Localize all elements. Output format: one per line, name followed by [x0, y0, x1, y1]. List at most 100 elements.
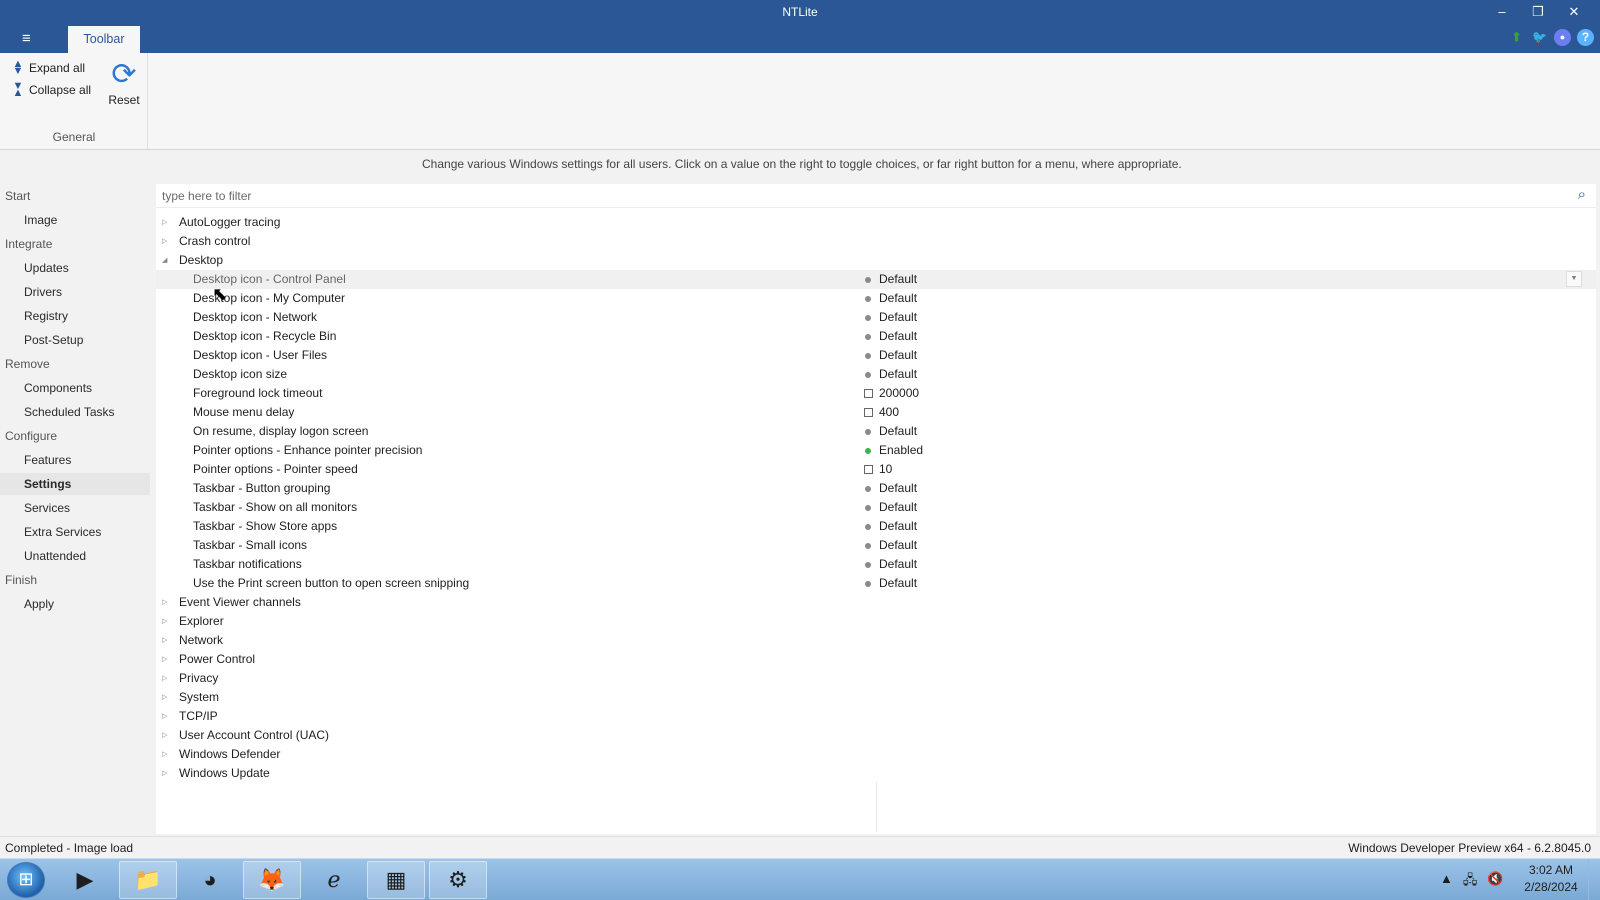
tree-node-desktop[interactable]: ◢ Desktop	[156, 251, 1596, 270]
expand-arrow-icon[interactable]: ▷	[162, 726, 167, 745]
sidebar-item-apply[interactable]: Apply	[0, 593, 150, 615]
reset-button[interactable]: ⟳ Reset	[106, 57, 142, 107]
sidebar-item-components[interactable]: Components	[0, 377, 150, 399]
setting-row[interactable]: Pointer options - Enhance pointer precis…	[156, 441, 1596, 460]
expand-arrow-icon[interactable]: ▷	[162, 213, 167, 232]
setting-row[interactable]: Taskbar - Small icons Default	[156, 536, 1596, 555]
show-desktop-button[interactable]	[1588, 859, 1600, 900]
column-divider[interactable]	[876, 782, 877, 832]
setting-value[interactable]: 10	[879, 460, 892, 479]
start-button[interactable]	[7, 862, 45, 898]
nav-section-configure[interactable]: Configure	[0, 425, 150, 447]
tree-node-autologger[interactable]: ▷ AutoLogger tracing	[156, 213, 1596, 232]
clock[interactable]: 3:02 AM 2/28/2024	[1512, 862, 1590, 896]
setting-value[interactable]: Default	[879, 498, 917, 517]
setting-value[interactable]: Default	[879, 308, 917, 327]
nav-section-finish[interactable]: Finish	[0, 569, 150, 591]
setting-value[interactable]: Default	[879, 346, 917, 365]
setting-value[interactable]: Default	[879, 555, 917, 574]
setting-value[interactable]: 400	[879, 403, 899, 422]
tree-node-system[interactable]: ▷ System	[156, 688, 1596, 707]
sidebar-item-unattended[interactable]: Unattended	[0, 545, 150, 567]
hamburger-menu-icon[interactable]: ≡	[22, 30, 31, 47]
setting-row[interactable]: Desktop icon size Default	[156, 365, 1596, 384]
sidebar-item-updates[interactable]: Updates	[0, 257, 150, 279]
tree-node-uac[interactable]: ▷ User Account Control (UAC)	[156, 726, 1596, 745]
tree-node-tcpip[interactable]: ▷ TCP/IP	[156, 707, 1596, 726]
setting-row[interactable]: Desktop icon - Recycle Bin Default	[156, 327, 1596, 346]
search-icon[interactable]: ⌕	[1578, 186, 1586, 203]
setting-value[interactable]: Default	[879, 517, 917, 536]
setting-row[interactable]: Mouse menu delay 400	[156, 403, 1596, 422]
ntlite-app-icon[interactable]: ▦	[367, 861, 425, 899]
setting-value[interactable]: Default	[879, 327, 917, 346]
restore-button[interactable]: ❐	[1520, 3, 1556, 21]
minimize-button[interactable]: –	[1484, 3, 1520, 21]
setting-row[interactable]: Pointer options - Pointer speed 10	[156, 460, 1596, 479]
help-icon[interactable]: ?	[1577, 29, 1594, 46]
tree-node-privacy[interactable]: ▷ Privacy	[156, 669, 1596, 688]
tree-node-power-control[interactable]: ▷ Power Control	[156, 650, 1596, 669]
sidebar-item-drivers[interactable]: Drivers	[0, 281, 150, 303]
upload-icon[interactable]: ⬆	[1508, 29, 1525, 46]
setting-value[interactable]: Default	[879, 270, 917, 289]
utility-app-icon[interactable]: ⚙	[429, 861, 487, 899]
setting-row[interactable]: On resume, display logon screen Default	[156, 422, 1596, 441]
tree-node-event-viewer[interactable]: ▷ Event Viewer channels	[156, 593, 1596, 612]
setting-value[interactable]: 200000	[879, 384, 919, 403]
tree-node-explorer[interactable]: ▷ Explorer	[156, 612, 1596, 631]
setting-value[interactable]: Enabled	[879, 441, 923, 460]
setting-value[interactable]: Default	[879, 422, 917, 441]
sidebar-item-services[interactable]: Services	[0, 497, 150, 519]
tree-node-windows-update[interactable]: ▷ Windows Update	[156, 764, 1596, 783]
collapse-arrow-icon[interactable]: ◢	[162, 251, 167, 270]
setting-row[interactable]: Taskbar notifications Default	[156, 555, 1596, 574]
row-menu-dropdown-icon[interactable]: ▼	[1566, 271, 1582, 287]
expand-arrow-icon[interactable]: ▷	[162, 764, 167, 783]
setting-row[interactable]: Desktop icon - User Files Default	[156, 346, 1596, 365]
volume-muted-icon[interactable]: 🔇	[1487, 871, 1503, 893]
setting-row[interactable]: Use the Print screen button to open scre…	[156, 574, 1596, 593]
expand-arrow-icon[interactable]: ▷	[162, 631, 167, 650]
discord-icon[interactable]: ●	[1554, 29, 1571, 46]
close-button[interactable]: ✕	[1556, 3, 1592, 21]
tree-node-crash-control[interactable]: ▷ Crash control	[156, 232, 1596, 251]
internet-explorer-icon[interactable]: ℯ	[305, 861, 363, 899]
tab-toolbar[interactable]: Toolbar	[68, 26, 140, 53]
expand-arrow-icon[interactable]: ▷	[162, 707, 167, 726]
setting-row[interactable]: Foreground lock timeout 200000	[156, 384, 1596, 403]
expand-arrow-icon[interactable]: ▷	[162, 612, 167, 631]
app-globe-icon[interactable]: ◕	[181, 861, 239, 899]
nav-section-integrate[interactable]: Integrate	[0, 233, 150, 255]
sidebar-item-settings[interactable]: Settings	[0, 473, 150, 495]
setting-row[interactable]: Taskbar - Show on all monitors Default	[156, 498, 1596, 517]
sidebar-item-features[interactable]: Features	[0, 449, 150, 471]
tray-expand-icon[interactable]: ▲	[1440, 871, 1453, 893]
tree-node-network[interactable]: ▷ Network	[156, 631, 1596, 650]
file-explorer-icon[interactable]: 📁	[119, 861, 177, 899]
expand-arrow-icon[interactable]: ▷	[162, 669, 167, 688]
setting-value[interactable]: Default	[879, 479, 917, 498]
setting-row[interactable]: Desktop icon - Control Panel Default ▼	[156, 270, 1596, 289]
expand-arrow-icon[interactable]: ▷	[162, 688, 167, 707]
nav-section-remove[interactable]: Remove	[0, 353, 150, 375]
firefox-icon[interactable]: 🦊	[243, 861, 301, 899]
expand-arrow-icon[interactable]: ▷	[162, 650, 167, 669]
network-icon[interactable]: 🖧	[1463, 871, 1478, 893]
expand-all-button[interactable]: ▲ ▼ Expand all	[12, 59, 86, 77]
tree-node-windows-defender[interactable]: ▷ Windows Defender	[156, 745, 1596, 764]
media-player-icon[interactable]: ▶	[56, 861, 114, 899]
sidebar-item-post-setup[interactable]: Post-Setup	[0, 329, 150, 351]
setting-value[interactable]: Default	[879, 574, 917, 593]
setting-row[interactable]: Desktop icon - My Computer Default	[156, 289, 1596, 308]
expand-arrow-icon[interactable]: ▷	[162, 593, 167, 612]
setting-row[interactable]: Taskbar - Show Store apps Default	[156, 517, 1596, 536]
filter-input[interactable]	[162, 187, 1362, 205]
sidebar-item-image[interactable]: Image	[0, 209, 150, 231]
expand-arrow-icon[interactable]: ▷	[162, 232, 167, 251]
twitter-icon[interactable]: 🐦	[1531, 29, 1548, 46]
sidebar-item-registry[interactable]: Registry	[0, 305, 150, 327]
setting-row[interactable]: Desktop icon - Network Default	[156, 308, 1596, 327]
setting-value[interactable]: Default	[879, 536, 917, 555]
nav-section-start[interactable]: Start	[0, 185, 150, 207]
